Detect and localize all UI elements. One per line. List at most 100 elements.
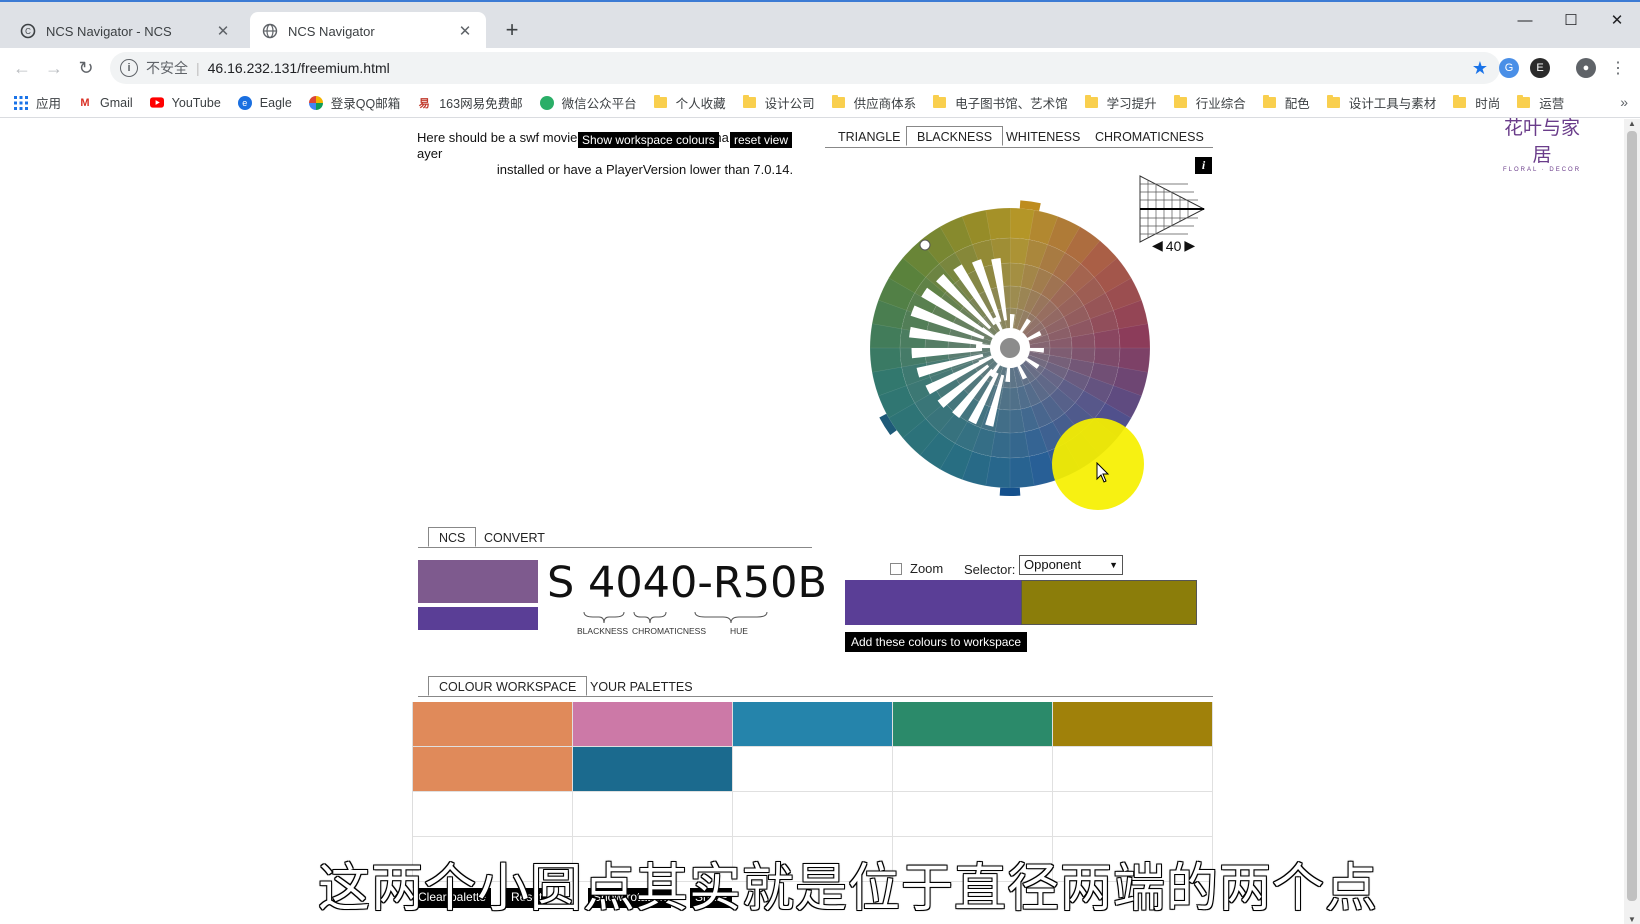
bookmark-folder[interactable]: 个人收藏	[653, 93, 726, 112]
bookmark-folder[interactable]: 配色	[1262, 93, 1310, 112]
folder-icon	[831, 95, 845, 108]
workspace-tabs: COLOUR WORKSPACE YOUR PALETTES	[418, 676, 1213, 697]
bookmark-gmail[interactable]: M Gmail	[78, 95, 133, 110]
apps-grid-icon	[14, 95, 28, 110]
workspace-colour-cell[interactable]	[1053, 747, 1213, 792]
reset-view-button[interactable]: reset view	[730, 132, 793, 148]
level-next-button[interactable]: ▶	[1184, 237, 1195, 254]
dropdown-arrow-icon: ▼	[1109, 560, 1118, 570]
workspace-colour-cell[interactable]	[893, 792, 1053, 837]
flash-message-tail2: ayer	[417, 146, 443, 161]
bookmark-label: 登录QQ邮箱	[330, 97, 401, 111]
bookmark-folder[interactable]: 设计工具与素材	[1326, 93, 1436, 112]
reload-icon[interactable]: ↻	[72, 54, 100, 82]
forward-arrow-icon[interactable]: →	[40, 54, 68, 82]
new-tab-button[interactable]: +	[498, 16, 526, 44]
tab-blackness[interactable]: BLACKNESS	[906, 126, 1004, 146]
flash-message-line2: installed or have a PlayerVersion lower …	[496, 162, 794, 177]
close-window-button[interactable]: ✕	[1594, 6, 1640, 34]
ncs-code-braces	[583, 611, 768, 624]
qq-mail-icon	[308, 95, 323, 110]
bookmark-qq-mail[interactable]: 登录QQ邮箱	[308, 93, 401, 112]
tab-colour-workspace[interactable]: COLOUR WORKSPACE	[428, 676, 588, 696]
address-bar[interactable]: i 不安全 | 46.16.232.131/freemium.html ★	[110, 52, 1500, 84]
bookmark-wechat[interactable]: 微信公众平台	[539, 93, 637, 112]
bookmark-label: 供应商体系	[853, 97, 917, 111]
url-text[interactable]: 46.16.232.131/freemium.html	[208, 60, 390, 76]
page-scrollbar[interactable]: ▲ ▼	[1624, 119, 1640, 924]
tab-ncs-navigator[interactable]: NCS Navigator ✕	[250, 12, 486, 50]
bookmark-folder[interactable]: 运营	[1517, 93, 1564, 112]
show-workspace-colours-button[interactable]: Show workspace colours	[578, 132, 719, 148]
bookmark-folder[interactable]: 时尚	[1453, 93, 1500, 112]
zoom-checkbox[interactable]	[890, 562, 902, 575]
wheel-hue-marker[interactable]	[999, 487, 1021, 496]
profile-avatar-icon[interactable]: ●	[1576, 58, 1596, 78]
scroll-up-icon[interactable]: ▲	[1628, 119, 1636, 128]
folder-icon	[1262, 95, 1276, 108]
info-icon[interactable]: i	[120, 59, 138, 77]
workspace-colour-cell[interactable]	[413, 702, 573, 747]
extension-evernote-icon[interactable]: E	[1530, 58, 1550, 78]
workspace-colour-cell[interactable]	[573, 792, 733, 837]
workspace-colour-cell[interactable]	[733, 702, 893, 747]
bookmark-label: Gmail	[100, 95, 133, 110]
bookmark-folder[interactable]: 学习提升	[1084, 93, 1157, 112]
bookmark-star-icon[interactable]: ★	[1472, 58, 1488, 79]
bookmark-folder[interactable]: 设计公司	[742, 93, 815, 112]
workspace-colour-cell[interactable]	[1053, 702, 1213, 747]
zoom-control[interactable]: Zoom	[890, 561, 943, 576]
bookmark-folder[interactable]: 供应商体系	[831, 93, 917, 112]
youtube-icon	[149, 96, 164, 110]
maximize-button[interactable]: ☐	[1548, 6, 1594, 34]
folder-icon	[742, 95, 756, 108]
minimize-button[interactable]: —	[1502, 6, 1548, 34]
workspace-colour-cell[interactable]	[733, 792, 893, 837]
selector-handle-dot[interactable]	[919, 239, 931, 251]
workspace-colour-cell[interactable]	[733, 747, 893, 792]
wechat-icon	[539, 95, 554, 110]
folder-icon	[1453, 95, 1467, 108]
tab-chromaticness[interactable]: CHROMATICNESS	[1095, 130, 1204, 144]
tab-your-palettes[interactable]: YOUR PALETTES	[590, 680, 693, 694]
folder-icon	[653, 95, 667, 108]
scrollbar-thumb[interactable]	[1627, 131, 1637, 901]
bookmark-label: 行业综合	[1195, 97, 1246, 111]
close-tab-icon[interactable]: ✕	[214, 22, 232, 40]
bookmark-youtube[interactable]: YouTube	[149, 95, 221, 110]
workspace-colour-cell[interactable]	[893, 747, 1053, 792]
tab-convert[interactable]: CONVERT	[484, 531, 545, 545]
bookmark-label: 电子图书馆、艺术馆	[955, 97, 1068, 111]
tab-whiteness[interactable]: WHITENESS	[1006, 130, 1080, 144]
workspace-colour-cell[interactable]	[413, 747, 573, 792]
tab-ncs[interactable]: NCS	[428, 527, 477, 547]
bookmarks-overflow-icon[interactable]: »	[1620, 94, 1628, 110]
folder-icon	[1517, 95, 1531, 108]
tab-ncs-navigator-ncs[interactable]: C NCS Navigator - NCS ✕	[8, 12, 244, 50]
bookmark-eagle[interactable]: e Eagle	[237, 95, 292, 110]
close-tab-icon[interactable]: ✕	[456, 22, 474, 40]
bookmark-label: YouTube	[171, 95, 221, 110]
tab-triangle[interactable]: TRIANGLE	[838, 130, 901, 144]
netease-icon: 易	[418, 97, 430, 110]
workspace-colour-cell[interactable]	[893, 702, 1053, 747]
bookmark-apps[interactable]: 应用	[14, 93, 61, 112]
extension-google-icon[interactable]: G	[1499, 58, 1519, 78]
menu-kebab-icon[interactable]: ⋮	[1608, 58, 1628, 78]
scroll-down-icon[interactable]: ▼	[1628, 915, 1636, 924]
view-tabs: TRIANGLE BLACKNESS WHITENESS CHROMATICNE…	[825, 126, 1213, 148]
bookmark-label: 163网易免费邮	[439, 97, 523, 111]
workspace-colour-cell[interactable]	[413, 792, 573, 837]
bookmark-folder[interactable]: 行业综合	[1173, 93, 1246, 112]
add-colours-to-workspace-button[interactable]: Add these colours to workspace	[845, 632, 1028, 652]
back-arrow-icon[interactable]: ←	[8, 54, 36, 82]
workspace-colour-cell[interactable]	[573, 702, 733, 747]
bookmark-163[interactable]: 易 163网易免费邮	[417, 93, 523, 112]
workspace-colour-cell[interactable]	[1053, 792, 1213, 837]
security-label: 不安全	[146, 60, 188, 76]
info-button[interactable]: i	[1195, 157, 1212, 174]
bookmark-folder[interactable]: 电子图书馆、艺术馆	[933, 93, 1068, 112]
workspace-colour-cell[interactable]	[573, 747, 733, 792]
selector-dropdown[interactable]: Opponent ▼	[1019, 555, 1123, 575]
ncs-tabs: NCS CONVERT	[418, 527, 812, 548]
